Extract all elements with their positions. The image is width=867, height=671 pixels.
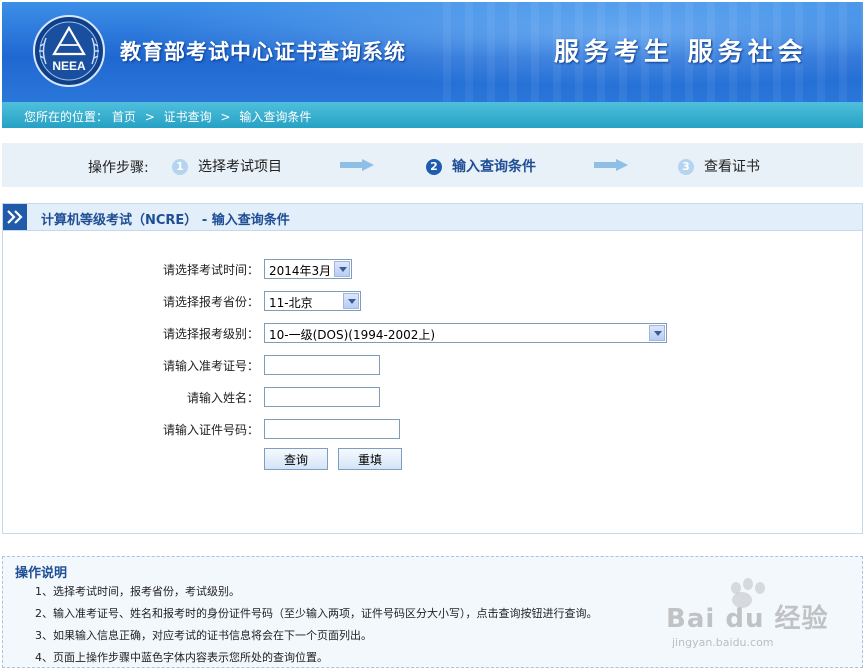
chevron-down-icon[interactable]: [343, 293, 359, 309]
chevron-down-icon[interactable]: [649, 325, 665, 341]
level-select[interactable]: 10-一级(DOS)(1994-2002上): [264, 323, 667, 343]
ticket-label: 请输入准考证号：: [163, 359, 260, 373]
step-arrow-icon: [340, 159, 374, 171]
query-form: 请选择考试时间： 2014年3月 请选择报考省份： 11-北京 请选择报考级别：…: [2, 231, 863, 534]
step-3: 3 查看证书: [678, 156, 760, 176]
exam-time-value: 2014年3月: [269, 264, 332, 278]
steps-label: 操作步骤:: [88, 160, 149, 176]
province-value: 11-北京: [269, 296, 313, 310]
instruction-item: 2、输入准考证号、姓名和报考时的身份证件号码（至少输入两项，证件号码区分大小写）…: [35, 607, 598, 620]
step-1-number: 1: [172, 159, 188, 175]
breadcrumb-separator: >: [220, 110, 231, 124]
breadcrumb-cert-query-link[interactable]: 证书查询: [164, 110, 212, 124]
breadcrumb-prefix: 您所在的位置：: [24, 110, 109, 124]
step-arrow-icon: [594, 159, 628, 171]
breadcrumb-current: 输入查询条件: [239, 110, 312, 124]
step-1: 1 选择考试项目: [172, 156, 282, 176]
breadcrumb: 您所在的位置： 首页 > 证书查询 > 输入查询条件: [2, 102, 863, 128]
exam-time-label: 请选择考试时间：: [163, 263, 260, 277]
id-number-input[interactable]: [264, 419, 400, 439]
step-2-number: 2: [426, 159, 442, 175]
step-2-label: 输入查询条件: [452, 159, 536, 175]
step-3-number: 3: [678, 159, 694, 175]
site-header: NEEA 教育部考试中心证书查询系统 服务考生 服务社会: [2, 2, 863, 102]
province-label: 请选择报考省份：: [163, 295, 260, 309]
province-select[interactable]: 11-北京: [264, 291, 361, 311]
level-value: 10-一级(DOS)(1994-2002上): [269, 328, 436, 342]
breadcrumb-home-link[interactable]: 首页: [112, 110, 136, 124]
instruction-item: 4、页面上操作步骤中蓝色字体内容表示您所处的查询位置。: [35, 651, 328, 664]
instruction-item: 3、如果输入信息正确，对应考试的证书信息将会在下一个页面列出。: [35, 629, 372, 642]
level-label: 请选择报考级别：: [163, 327, 260, 341]
site-slogan: 服务考生 服务社会: [554, 37, 808, 66]
panel-title: 计算机等级考试（NCRE） - 输入查询条件: [41, 213, 290, 228]
site-title: 教育部考试中心证书查询系统: [120, 40, 406, 64]
step-2: 2 输入查询条件: [426, 156, 536, 176]
instructions-title: 操作说明: [15, 566, 68, 581]
progress-steps: 操作步骤: 1 选择考试项目 2 输入查询条件 3 查看证书: [2, 143, 863, 187]
chevron-down-icon[interactable]: [334, 261, 350, 277]
breadcrumb-separator: >: [144, 110, 155, 124]
step-3-label: 查看证书: [704, 159, 760, 175]
name-input[interactable]: [264, 387, 380, 407]
reset-button[interactable]: 重填: [338, 448, 402, 470]
query-button[interactable]: 查询: [264, 448, 328, 470]
step-1-label: 选择考试项目: [198, 159, 282, 175]
exam-time-select[interactable]: 2014年3月: [264, 259, 352, 279]
watermark-url: jingyan.baidu.com: [672, 636, 774, 649]
double-chevron-right-icon: [3, 204, 27, 230]
name-label: 请输入姓名：: [187, 391, 260, 405]
watermark-brand: Bai du 经验: [666, 604, 829, 634]
id-label: 请输入证件号码：: [163, 423, 260, 437]
svg-text:NEEA: NEEA: [52, 59, 86, 73]
instruction-item: 1、选择考试时间，报考省份，考试级别。: [35, 585, 240, 598]
ticket-number-input[interactable]: [264, 355, 380, 375]
panel-header: 计算机等级考试（NCRE） - 输入查询条件: [2, 203, 863, 231]
neea-logo-icon: NEEA: [33, 15, 105, 87]
